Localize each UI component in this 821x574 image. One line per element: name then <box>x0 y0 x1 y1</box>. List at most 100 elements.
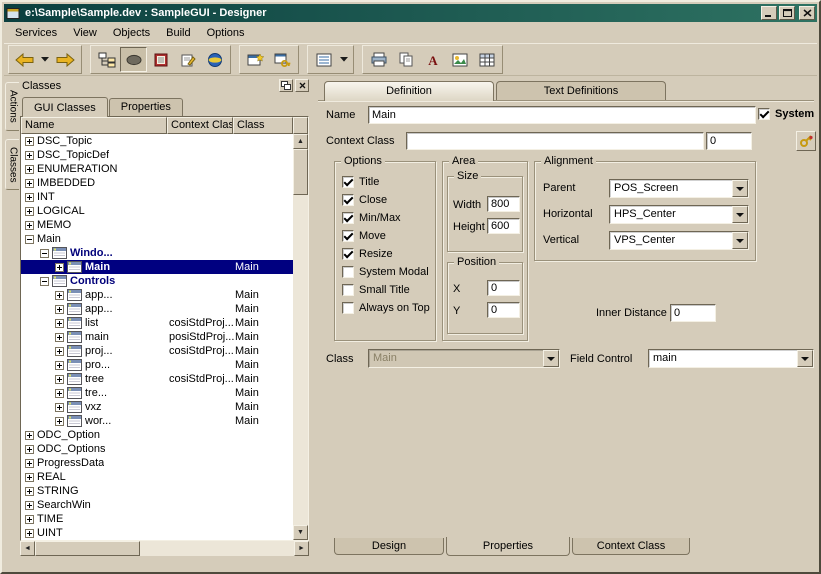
globe-button[interactable] <box>201 47 228 72</box>
new-form-button[interactable] <box>242 47 269 72</box>
expand-icon[interactable] <box>55 403 64 412</box>
side-tab-actions[interactable]: Actions <box>5 82 19 131</box>
tab-text-definitions[interactable]: Text Definitions <box>496 81 666 100</box>
panel-float-button[interactable] <box>279 79 293 92</box>
context-class-input[interactable] <box>406 132 704 150</box>
horizontal-select-arrow[interactable] <box>732 206 748 223</box>
vertical-scrollbar[interactable]: ▲ ▼ <box>293 134 308 540</box>
image-button[interactable] <box>446 47 473 72</box>
scroll-track[interactable] <box>140 541 294 556</box>
name-input[interactable] <box>368 106 756 124</box>
tree-row-enumeration[interactable]: ENUMERATION <box>21 162 293 176</box>
font-button[interactable]: A <box>419 47 446 72</box>
checkbox-small-title[interactable]: Small Title <box>342 284 435 296</box>
scroll-left-button[interactable]: ◄ <box>20 541 35 556</box>
tree-row-main[interactable]: mainposiStdProj...Main <box>21 330 293 344</box>
tab-context-class-bottom[interactable]: Context Class <box>572 538 690 555</box>
expand-icon[interactable] <box>55 375 64 384</box>
collapse-icon[interactable] <box>40 249 49 258</box>
menu-item-objects[interactable]: Objects <box>105 24 158 42</box>
field-control-select-arrow[interactable] <box>797 350 813 367</box>
inner-distance-input[interactable] <box>670 304 716 322</box>
class-hierarchy-button[interactable] <box>93 47 120 72</box>
expand-icon[interactable] <box>25 487 34 496</box>
scroll-right-button[interactable]: ► <box>294 541 309 556</box>
expand-icon[interactable] <box>25 165 34 174</box>
view-list-dropdown[interactable] <box>337 47 351 72</box>
scroll-down-button[interactable]: ▼ <box>293 525 308 540</box>
expand-icon[interactable] <box>55 263 64 272</box>
tree-row-windo[interactable]: Windo... <box>21 246 293 260</box>
tree-row-progressdata[interactable]: ProgressData <box>21 456 293 470</box>
expand-icon[interactable] <box>55 291 64 300</box>
system-checkbox[interactable]: System <box>758 108 814 120</box>
parent-select-arrow[interactable] <box>732 180 748 197</box>
minimize-button[interactable] <box>761 6 777 20</box>
edit-button[interactable] <box>174 47 201 72</box>
tree-row-imbedded[interactable]: IMBEDDED <box>21 176 293 190</box>
column-header-name[interactable]: Name <box>21 117 167 134</box>
tree-row-app[interactable]: app...Main <box>21 302 293 316</box>
expand-icon[interactable] <box>25 445 34 454</box>
menu-item-services[interactable]: Services <box>7 24 65 42</box>
tree-row-int[interactable]: INT <box>21 190 293 204</box>
checkbox-always-on-top[interactable]: Always on Top <box>342 302 435 314</box>
scroll-up-button[interactable]: ▲ <box>293 134 308 149</box>
tree-row-real[interactable]: REAL <box>21 470 293 484</box>
collapse-icon[interactable] <box>40 277 49 286</box>
expand-icon[interactable] <box>25 221 34 230</box>
collapse-icon[interactable] <box>25 235 34 244</box>
checkbox-title[interactable]: Title <box>342 176 435 188</box>
tree-row-odc-options[interactable]: ODC_Options <box>21 442 293 456</box>
tree-row-dsc-topicdef[interactable]: DSC_TopicDef <box>21 148 293 162</box>
menu-item-options[interactable]: Options <box>199 24 253 42</box>
vertical-select-arrow[interactable] <box>732 232 748 249</box>
height-input[interactable] <box>487 218 520 234</box>
design-mode-button[interactable] <box>120 47 147 72</box>
close-button[interactable] <box>799 6 815 20</box>
tree-row-logical[interactable]: LOGICAL <box>21 204 293 218</box>
panel-close-button[interactable] <box>295 79 309 92</box>
tree-row-dsc-topic[interactable]: DSC_Topic <box>21 134 293 148</box>
expand-icon[interactable] <box>55 347 64 356</box>
context-class-picker-button[interactable] <box>796 131 816 151</box>
horizontal-scrollbar[interactable]: ◄ ► <box>20 541 309 556</box>
tree-row-string[interactable]: STRING <box>21 484 293 498</box>
tree-row-main[interactable]: Main <box>21 232 293 246</box>
maximize-button[interactable] <box>779 6 795 20</box>
expand-icon[interactable] <box>25 151 34 160</box>
expand-icon[interactable] <box>25 473 34 482</box>
expand-icon[interactable] <box>55 333 64 342</box>
tree-row-time[interactable]: TIME <box>21 512 293 526</box>
expand-icon[interactable] <box>25 207 34 216</box>
expand-icon[interactable] <box>25 459 34 468</box>
expand-icon[interactable] <box>25 179 34 188</box>
tree-row-main[interactable]: MainMain <box>21 260 293 274</box>
tree-row-controls[interactable]: Controls <box>21 274 293 288</box>
column-header-class[interactable]: Class <box>233 117 293 134</box>
tree-row-pro[interactable]: pro...Main <box>21 358 293 372</box>
tree-row-vxz[interactable]: vxzMain <box>21 400 293 414</box>
checkbox-min-max[interactable]: Min/Max <box>342 212 435 224</box>
tab-properties-side[interactable]: Properties <box>109 98 183 116</box>
expand-icon[interactable] <box>55 319 64 328</box>
key-window-button[interactable] <box>269 47 296 72</box>
back-button[interactable] <box>11 47 38 72</box>
checkbox-move[interactable]: Move <box>342 230 435 242</box>
forward-button[interactable] <box>52 47 79 72</box>
tree-row-app[interactable]: app...Main <box>21 288 293 302</box>
tree-row-searchwin[interactable]: SearchWin <box>21 498 293 512</box>
menu-item-build[interactable]: Build <box>158 24 198 42</box>
checkbox-resize[interactable]: Resize <box>342 248 435 260</box>
expand-icon[interactable] <box>25 529 34 538</box>
tree-row-odc-option[interactable]: ODC_Option <box>21 428 293 442</box>
copy-button[interactable] <box>392 47 419 72</box>
print-button[interactable] <box>365 47 392 72</box>
tree-row-tree[interactable]: treecosiStdProj...Main <box>21 372 293 386</box>
title-bar[interactable]: e:\Sample\Sample.dev : SampleGUI - Desig… <box>4 4 817 22</box>
tree-row-wor[interactable]: wor...Main <box>21 414 293 428</box>
expand-icon[interactable] <box>55 389 64 398</box>
tree-row-list[interactable]: listcosiStdProj...Main <box>21 316 293 330</box>
side-tab-classes[interactable]: Classes <box>5 139 19 191</box>
expand-icon[interactable] <box>55 305 64 314</box>
